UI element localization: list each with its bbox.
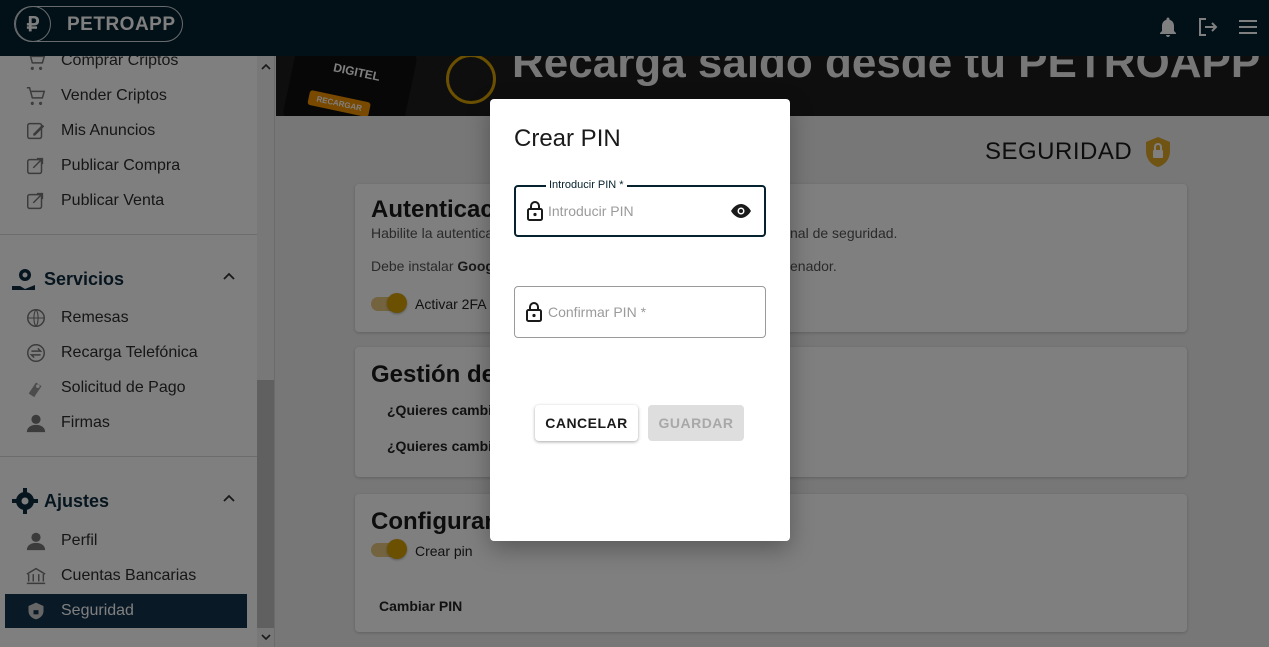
- save-button[interactable]: GUARDAR: [648, 405, 744, 441]
- lock-icon: [527, 201, 543, 221]
- confirm-pin-field[interactable]: [514, 286, 766, 338]
- cancel-button[interactable]: CANCELAR: [535, 405, 638, 441]
- pin-input[interactable]: [548, 187, 718, 235]
- confirm-pin-input[interactable]: [548, 287, 718, 337]
- crear-pin-dialog: Crear PIN Introducir PIN * CANCELAR GUAR…: [490, 99, 790, 541]
- lock-icon: [526, 302, 542, 322]
- pin-field[interactable]: Introducir PIN *: [514, 179, 766, 237]
- dialog-title: Crear PIN: [514, 125, 621, 152]
- eye-icon[interactable]: [730, 203, 752, 219]
